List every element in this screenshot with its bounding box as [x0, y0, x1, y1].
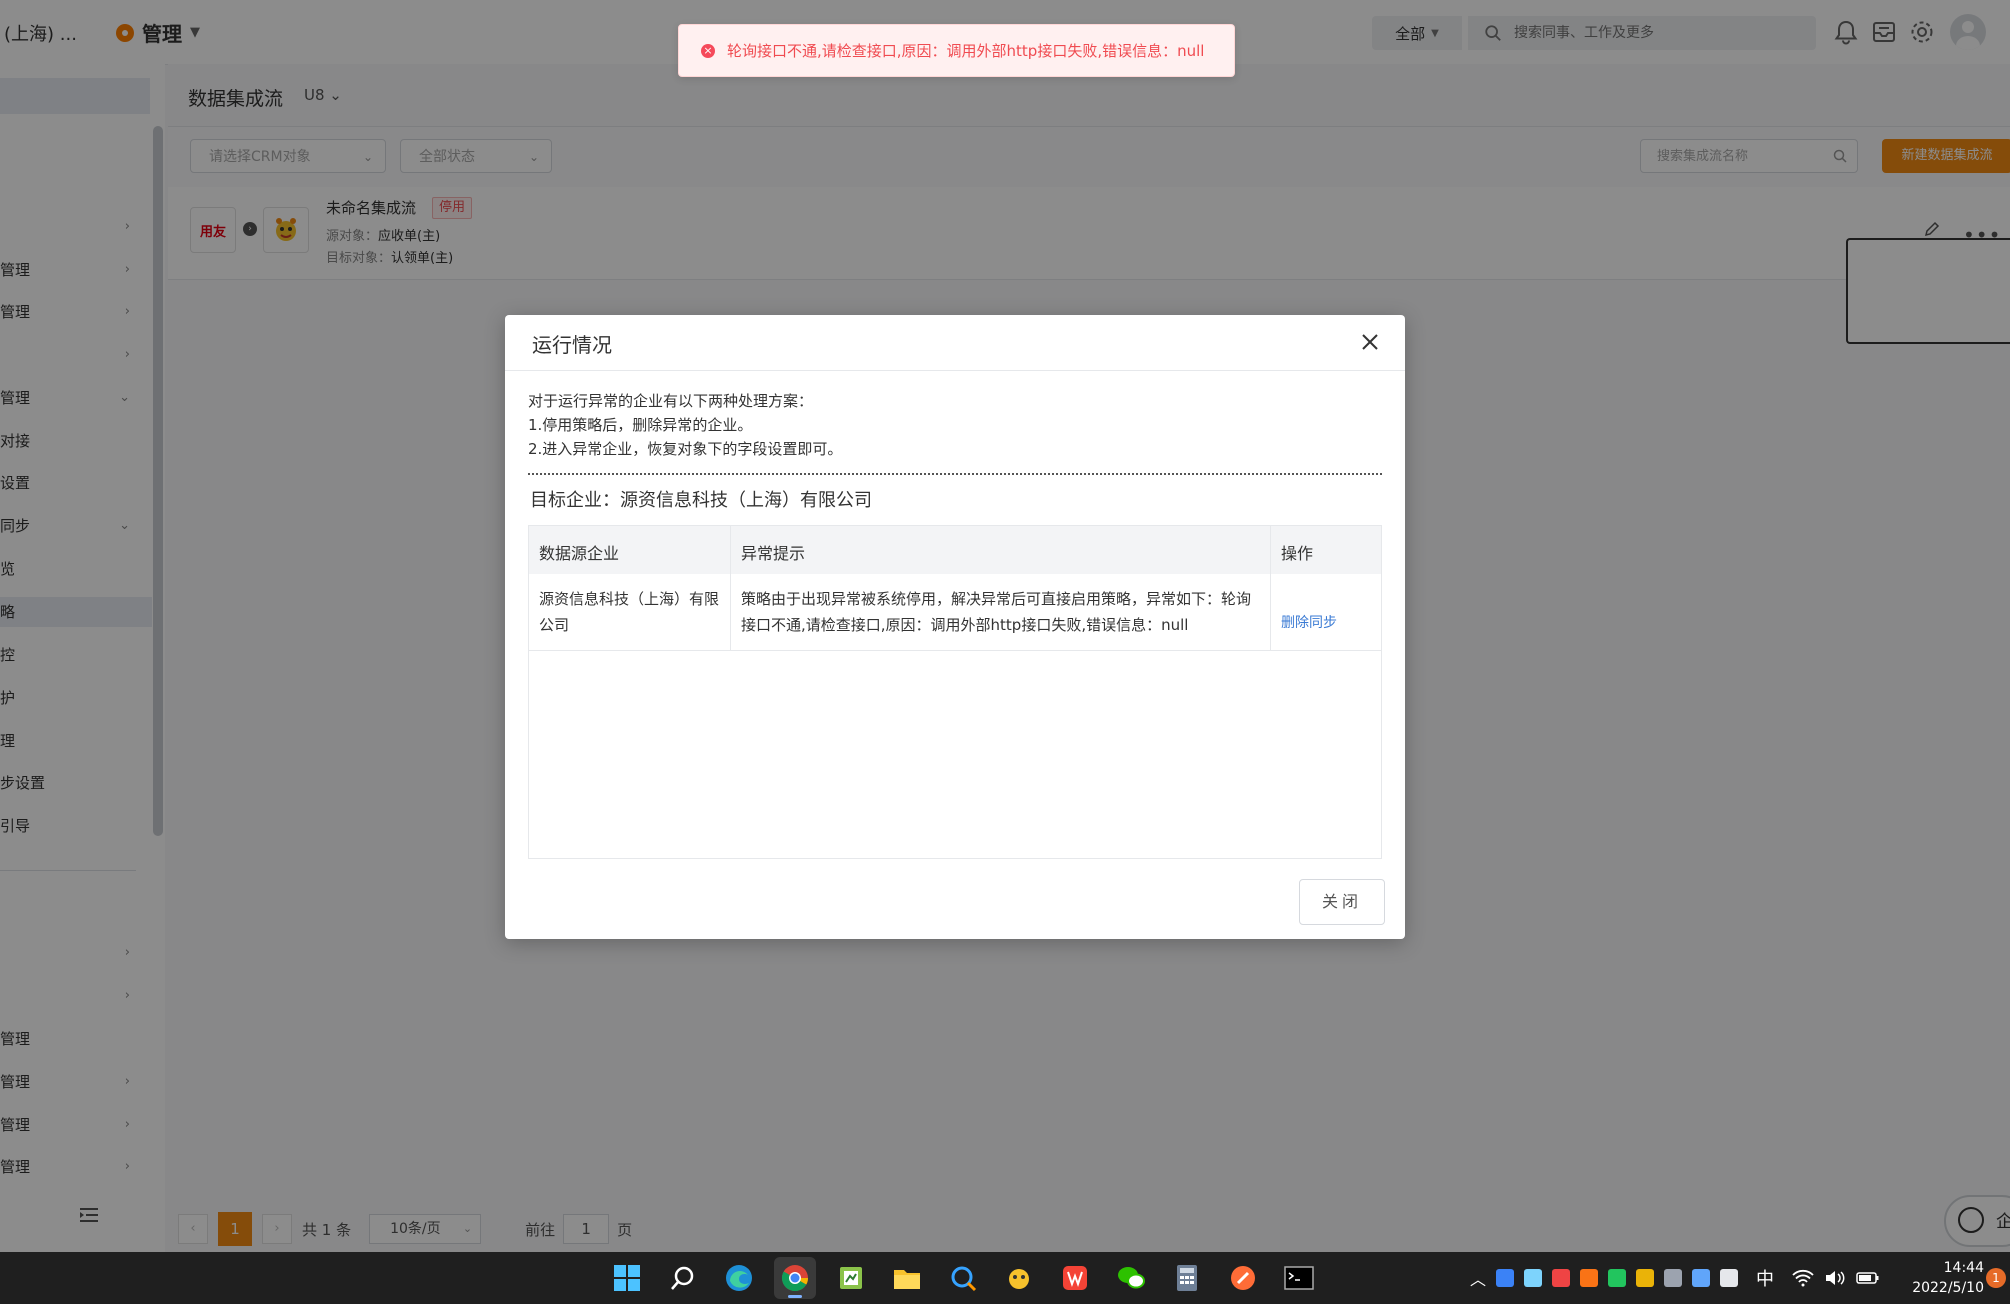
notification-badge[interactable]: 1: [1986, 1268, 2006, 1288]
tray-shield-icon[interactable]: [1496, 1269, 1515, 1287]
edge-browser-icon[interactable]: [718, 1257, 760, 1299]
exception-hint-cell: 策略由于出现异常被系统停用，解决异常后可直接启用策略，异常如下：轮询接口不通,请…: [731, 574, 1271, 650]
wps-app-icon[interactable]: [1054, 1257, 1096, 1299]
tray-app-icon[interactable]: [1580, 1269, 1599, 1287]
dotted-divider: [528, 473, 1382, 475]
file-explorer-icon[interactable]: [886, 1257, 928, 1299]
error-icon: ×: [701, 43, 715, 58]
tray-app-icon[interactable]: [1664, 1269, 1683, 1287]
volume-icon[interactable]: [1824, 1269, 1846, 1287]
table-row: 源资信息科技（上海）有限公司 策略由于出现异常被系统停用，解决异常后可直接启用策…: [529, 574, 1381, 651]
terminal-icon[interactable]: [1278, 1257, 1320, 1299]
taskbar-apps: [606, 1252, 1320, 1304]
os-taskbar: ︿ 中 14:44 2022/5/10 1: [0, 1252, 2010, 1304]
battery-icon[interactable]: [1856, 1269, 1880, 1287]
system-tray: ︿ 中: [1470, 1252, 1880, 1304]
wechat-icon[interactable]: [1110, 1257, 1152, 1299]
toast-message: 轮询接口不通,请检查接口,原因：调用外部http接口失败,错误信息：null: [727, 42, 1205, 60]
tray-app-icon[interactable]: [1636, 1269, 1655, 1287]
system-clock[interactable]: 14:44 2022/5/10: [1906, 1258, 1984, 1298]
target-company: 目标企业：源资信息科技（上海）有限公司: [530, 490, 872, 511]
app-window: (上海) ... 管理 ▼ 全部 ▼ › 管理› 管理› › 管理⌄ 对接 设置…: [0, 0, 2010, 1252]
wifi-icon[interactable]: [1792, 1269, 1814, 1287]
error-toast: × 轮询接口不通,请检查接口,原因：调用外部http接口失败,错误信息：null: [678, 24, 1235, 77]
game-app-icon[interactable]: [998, 1257, 1040, 1299]
table-header: 数据源企业 异常提示 操作: [529, 526, 1381, 574]
dialog-header: 运行情况: [505, 315, 1405, 371]
search-app-icon[interactable]: [942, 1257, 984, 1299]
tray-app-icon[interactable]: [1524, 1269, 1543, 1287]
spreadsheet-app-icon[interactable]: [830, 1257, 872, 1299]
tray-wechat-icon[interactable]: [1608, 1269, 1627, 1287]
tray-app-icon[interactable]: [1552, 1269, 1571, 1287]
start-windows-icon[interactable]: [606, 1257, 648, 1299]
taskbar-search-icon[interactable]: [662, 1257, 704, 1299]
dialog-tips: 对于运行异常的企业有以下两种处理方案： 1.停用策略后，删除异常的企业。 2.进…: [528, 392, 843, 458]
postman-app-icon[interactable]: [1222, 1257, 1264, 1299]
chrome-browser-icon[interactable]: [774, 1257, 816, 1299]
close-icon[interactable]: [1357, 329, 1383, 355]
ime-indicator[interactable]: 中: [1756, 1265, 1774, 1291]
source-company-cell: 源资信息科技（上海）有限公司: [529, 574, 731, 650]
column-header: 异常提示: [731, 526, 1271, 574]
run-status-dialog: 运行情况 对于运行异常的企业有以下两种处理方案： 1.停用策略后，删除异常的企业…: [505, 315, 1405, 939]
column-header: 数据源企业: [529, 526, 731, 574]
close-button[interactable]: 关闭: [1299, 879, 1385, 925]
dialog-title: 运行情况: [532, 333, 612, 357]
tray-expand-icon[interactable]: ︿: [1470, 1266, 1486, 1290]
calculator-icon[interactable]: [1166, 1257, 1208, 1299]
bluetooth-icon[interactable]: [1692, 1269, 1711, 1287]
action-cell: 删除同步: [1271, 574, 1381, 650]
exception-table: 数据源企业 异常提示 操作 源资信息科技（上海）有限公司 策略由于出现异常被系统…: [528, 525, 1382, 859]
tray-app-icon[interactable]: [1720, 1269, 1739, 1287]
column-header: 操作: [1281, 544, 1314, 563]
delete-sync-link[interactable]: 删除同步: [1281, 586, 1371, 636]
